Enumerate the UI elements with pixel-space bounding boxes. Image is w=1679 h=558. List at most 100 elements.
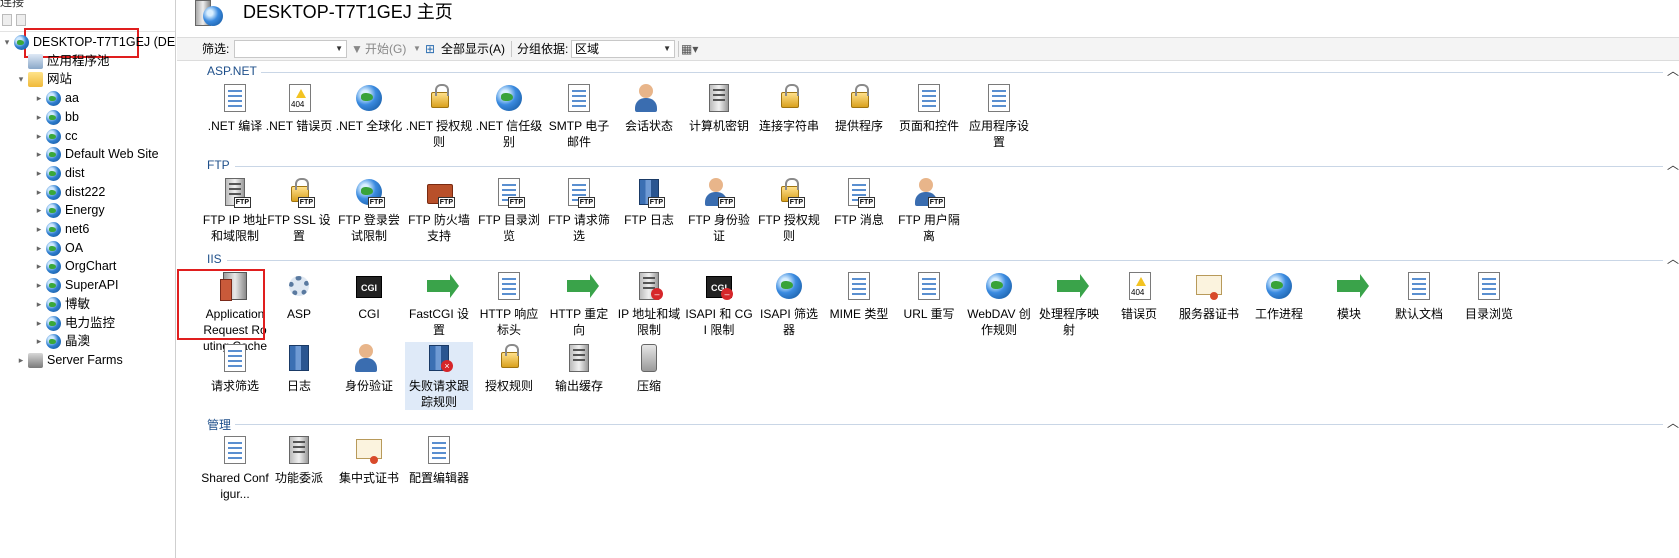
tree-item[interactable]: ▸ net6 [0,220,175,239]
feature-tile[interactable]: .NET 错误页 [265,82,333,134]
feature-tile[interactable]: FTP FTP 日志 [615,176,683,228]
group-by-select[interactable]: 区域 ▼ [571,40,675,58]
expand-arrow-icon[interactable]: ▸ [34,108,44,127]
section-collapse-icon[interactable]: ︿ [1667,156,1679,173]
feature-tile[interactable]: 页面和控件 [895,82,963,134]
feature-tile[interactable]: URL 重写 [895,270,963,322]
view-toggle-icon[interactable]: ▦▾ [681,41,698,57]
feature-tile[interactable]: 提供程序 [825,82,893,134]
feature-tile[interactable]: .NET 编译 [201,82,269,134]
feature-tile[interactable]: HTTP 响应标头 [475,270,543,338]
feature-tile[interactable]: 日志 [265,342,333,394]
section-collapse-icon[interactable]: ︿ [1667,414,1679,431]
filter-input[interactable]: ▼ [234,40,347,58]
feature-tile[interactable]: FTP FTP 身份验证 [685,176,753,244]
tree-item[interactable]: ▸ Server Farms [0,351,175,370]
tree-item[interactable]: ▸ aa [0,89,175,108]
save-icon[interactable] [16,14,26,26]
feature-tile[interactable]: 压缩 [615,342,683,394]
start-button[interactable]: 开始(G) [365,41,406,57]
collapse-arrow-icon[interactable]: ▾ [2,33,12,52]
feature-tile[interactable]: .NET 信任级别 [475,82,543,150]
feature-tile[interactable]: WebDAV 创作规则 [965,270,1033,338]
tree-item[interactable]: ▸ 电力监控 [0,314,175,333]
expand-arrow-icon[interactable]: ▸ [16,351,26,370]
feature-tile[interactable]: 输出缓存 [545,342,613,394]
expand-arrow-icon[interactable]: ▸ [34,164,44,183]
feature-tile[interactable]: 服务器证书 [1175,270,1243,322]
expand-arrow-icon[interactable]: ▸ [34,183,44,202]
collapse-arrow-icon[interactable]: ▾ [16,70,26,89]
tree-item[interactable]: ▸ Energy [0,201,175,220]
expand-arrow-icon[interactable]: ▸ [34,332,44,351]
feature-tile[interactable]: 连接字符串 [755,82,823,134]
feature-tile[interactable]: 处理程序映射 [1035,270,1103,338]
tree-item[interactable]: 应用程序池 [0,52,175,71]
feature-tile[interactable]: 授权规则 [475,342,543,394]
feature-tile[interactable]: FTP FTP SSL 设置 [265,176,333,244]
chevron-down-icon[interactable]: ▼ [335,41,343,57]
feature-tile[interactable]: .NET 全球化 [335,82,403,134]
feature-tile[interactable]: × 失败请求跟踪规则 [405,342,473,410]
feature-tile[interactable]: MIME 类型 [825,270,893,322]
feature-tile[interactable]: FTP FTP 授权规则 [755,176,823,244]
tree-item[interactable]: ▸ 晶澳 [0,332,175,351]
feature-tile[interactable]: FTP FTP 请求筛选 [545,176,613,244]
feature-tile[interactable]: Shared Configur... [201,434,269,502]
feature-tile[interactable]: FTP FTP 登录尝试限制 [335,176,403,244]
feature-tile[interactable]: SMTP 电子邮件 [545,82,613,150]
feature-tile[interactable]: .NET 授权规则 [405,82,473,150]
tree-item[interactable]: ▸ Default Web Site [0,145,175,164]
feature-tile[interactable]: 集中式证书 [335,434,403,486]
feature-tile[interactable]: 身份验证 [335,342,403,394]
feature-tile[interactable]: 会话状态 [615,82,683,134]
feature-tile[interactable]: 配置编辑器 [405,434,473,486]
expand-arrow-icon[interactable]: ▸ [34,201,44,220]
feature-tile[interactable]: FTP FTP 防火墙支持 [405,176,473,244]
expand-arrow-icon[interactable]: ▸ [34,220,44,239]
feature-tile[interactable]: 请求筛选 [201,342,269,394]
feature-tile[interactable]: FTP FTP IP 地址和域限制 [201,176,269,244]
expand-arrow-icon[interactable]: ▸ [34,145,44,164]
tree-item[interactable]: ▸ OA [0,239,175,258]
tree-item[interactable]: ▸ dist [0,164,175,183]
feature-tile[interactable]: 应用程序设置 [965,82,1033,150]
feature-tile[interactable]: ASP [265,270,333,322]
feature-tile[interactable]: 工作进程 [1245,270,1313,322]
expand-arrow-icon[interactable]: ▸ [34,89,44,108]
tree-item[interactable]: ▾ 网站 [0,70,175,89]
expand-arrow-icon[interactable]: ▸ [34,257,44,276]
feature-tile[interactable]: FTP FTP 目录浏览 [475,176,543,244]
feature-tile[interactable]: 错误页 [1105,270,1173,322]
feature-tile[interactable]: 模块 [1315,270,1383,322]
expand-arrow-icon[interactable]: ▸ [34,276,44,295]
section-collapse-icon[interactable]: ︿ [1667,62,1679,79]
tree-item[interactable]: ▸ SuperAPI [0,276,175,295]
connect-icon[interactable] [2,14,12,26]
feature-tile[interactable]: 目录浏览 [1455,270,1523,322]
feature-tile[interactable]: FTP FTP 用户隔离 [895,176,963,244]
feature-tile[interactable]: 默认文档 [1385,270,1453,322]
feature-tile[interactable]: 计算机密钥 [685,82,753,134]
feature-tile[interactable]: HTTP 重定向 [545,270,613,338]
feature-tile[interactable]: CGI – ISAPI 和 CGI 限制 [685,270,753,338]
tree-item[interactable]: ▾ DESKTOP-T7T1GEJ (DESKTOP-T7T1GEJ\ [0,33,175,52]
chevron-down-icon[interactable]: ▼ [663,41,671,57]
feature-tile[interactable]: ISAPI 筛选器 [755,270,823,338]
feature-tile[interactable]: CGI CGI [335,270,403,322]
feature-tile[interactable]: 功能委派 [265,434,333,486]
tree-item[interactable]: ▸ bb [0,108,175,127]
tree-item[interactable]: ▸ cc [0,127,175,146]
section-collapse-icon[interactable]: ︿ [1667,250,1679,267]
show-all-button[interactable]: 全部显示(A) [441,41,505,57]
feature-tile[interactable]: FTP FTP 消息 [825,176,893,228]
tree-item[interactable]: ▸ OrgChart [0,257,175,276]
tree-item[interactable]: ▸ dist222 [0,183,175,202]
feature-tile[interactable]: – IP 地址和域限制 [615,270,683,338]
expand-arrow-icon[interactable]: ▸ [34,314,44,333]
expand-arrow-icon[interactable]: ▸ [34,127,44,146]
start-dropdown-icon[interactable]: ▼ [413,41,421,57]
feature-tile[interactable]: FastCGI 设置 [405,270,473,338]
tree-item[interactable]: ▸ 博敏 [0,295,175,314]
expand-arrow-icon[interactable]: ▸ [34,239,44,258]
